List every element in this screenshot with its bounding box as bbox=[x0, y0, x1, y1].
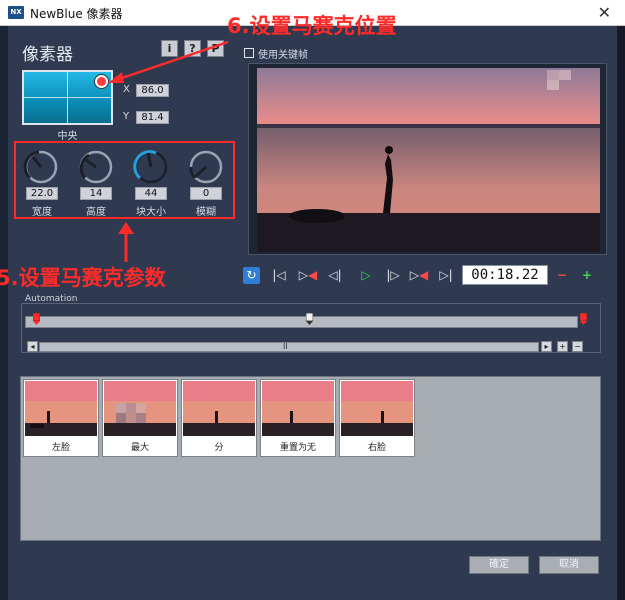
timecode-field[interactable]: 00:18.22 bbox=[462, 265, 548, 285]
remove-keyframe-icon[interactable]: − bbox=[553, 267, 571, 283]
preset-tile[interactable]: 分 bbox=[181, 379, 257, 457]
preset-thumbnail bbox=[25, 381, 97, 436]
loop-icon[interactable]: ↻ bbox=[243, 267, 260, 284]
end-keyframe-marker[interactable] bbox=[580, 313, 587, 325]
preset-name: 右脸 bbox=[367, 443, 386, 453]
dialog-body: 像素器 i ? P 中央 X 86.0 Y 81.4 6.设置马赛克位置 22.… bbox=[0, 14, 617, 600]
preset-thumbnail bbox=[341, 381, 413, 436]
block-size-value-field[interactable]: 44 bbox=[135, 187, 167, 200]
annotation-arrow-position bbox=[108, 40, 229, 83]
go-start-icon[interactable]: |◁ bbox=[270, 267, 288, 283]
height-value-field[interactable]: 14 bbox=[80, 187, 112, 200]
step-back-icon[interactable]: ◁| bbox=[326, 267, 344, 283]
prev-keyframe-icon[interactable]: ▷◀ bbox=[297, 267, 319, 283]
position-caption: 中央 bbox=[57, 131, 78, 142]
playhead-marker[interactable] bbox=[306, 313, 313, 325]
cancel-button[interactable]: 取消 bbox=[539, 556, 599, 574]
annotation-arrow-params bbox=[118, 222, 134, 262]
preset-tile[interactable]: 右脸 bbox=[339, 379, 415, 457]
blur-label: 模糊 bbox=[196, 207, 216, 218]
use-keyframes-label: 使用关键帧 bbox=[258, 50, 308, 61]
blur-knob[interactable] bbox=[186, 147, 226, 187]
scroll-left-icon[interactable]: ◂ bbox=[27, 341, 38, 352]
preset-gallery: 左脸 最大 分 重置为无 右脸 bbox=[20, 376, 601, 541]
start-keyframe-marker[interactable] bbox=[33, 313, 40, 325]
effect-heading: 像素器 bbox=[22, 45, 73, 65]
preset-tile[interactable]: 最大 bbox=[102, 379, 178, 457]
window-title: NewBlue 像素器 bbox=[30, 7, 123, 21]
params-annotation: 5.设置马赛克参数 bbox=[0, 266, 166, 290]
scroll-right-icon[interactable]: ▸ bbox=[541, 341, 552, 352]
crosshair-vertical bbox=[67, 72, 68, 123]
block-size-label: 块大小 bbox=[136, 207, 166, 218]
preset-name: 重置为无 bbox=[279, 443, 316, 453]
width-label: 宽度 bbox=[32, 207, 52, 218]
height-label: 高度 bbox=[86, 207, 106, 218]
zoom-in-button[interactable]: + bbox=[557, 341, 568, 352]
go-end-icon[interactable]: ▷| bbox=[437, 267, 455, 283]
zoom-out-button[interactable]: − bbox=[572, 341, 583, 352]
play-icon[interactable]: ▷ bbox=[357, 267, 375, 283]
preset-name: 左脸 bbox=[51, 443, 70, 453]
add-keyframe-icon[interactable]: + bbox=[578, 267, 596, 283]
desktop-edge bbox=[617, 26, 625, 600]
ok-button[interactable]: 確定 bbox=[469, 556, 529, 574]
preset-thumbnail bbox=[262, 381, 334, 436]
preview-panel bbox=[248, 63, 607, 255]
step-forward-icon[interactable]: |▷ bbox=[384, 267, 402, 283]
width-knob[interactable] bbox=[21, 147, 61, 187]
preset-thumbnail bbox=[183, 381, 255, 436]
next-keyframe-icon[interactable]: ▷◀ bbox=[408, 267, 430, 283]
y-value-field[interactable]: 81.4 bbox=[136, 111, 169, 124]
scroll-thumb[interactable]: II bbox=[283, 342, 288, 351]
automation-label: Automation bbox=[25, 294, 78, 304]
position-annotation: 6.设置马赛克位置 bbox=[227, 14, 397, 38]
automation-track[interactable] bbox=[25, 316, 578, 328]
preset-tile[interactable]: 重置为无 bbox=[260, 379, 336, 457]
preset-thumbnail bbox=[104, 381, 176, 436]
blur-value-field[interactable]: 0 bbox=[190, 187, 222, 200]
width-value-field[interactable]: 22.0 bbox=[26, 187, 58, 200]
preview-image bbox=[257, 68, 600, 252]
preset-name: 最大 bbox=[130, 443, 149, 453]
timeline-scrollbar[interactable]: II bbox=[39, 342, 539, 352]
height-knob[interactable] bbox=[76, 147, 116, 187]
app-logo: NX bbox=[8, 6, 24, 19]
close-icon[interactable]: ✕ bbox=[598, 3, 611, 22]
block-size-knob[interactable] bbox=[131, 147, 171, 187]
y-label: Y bbox=[123, 111, 130, 122]
use-keyframes-checkbox[interactable] bbox=[244, 48, 254, 58]
preset-name: 分 bbox=[214, 443, 224, 453]
preset-tile[interactable]: 左脸 bbox=[23, 379, 99, 457]
